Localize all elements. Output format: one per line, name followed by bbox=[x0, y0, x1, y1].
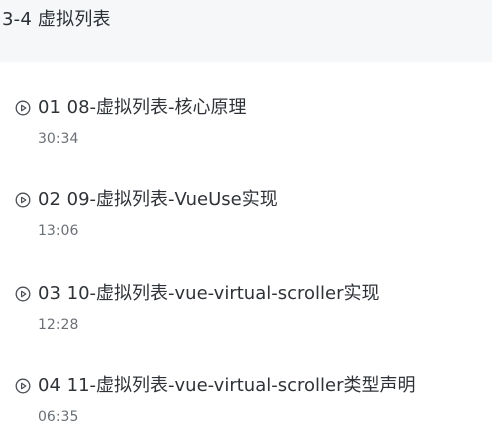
play-circle-icon[interactable] bbox=[14, 99, 32, 117]
lesson-row[interactable]: 01 08-虚拟列表-核心原理 bbox=[14, 96, 484, 120]
lesson-item-04[interactable]: 04 11-虚拟列表-vue-virtual-scroller类型声明 06:3… bbox=[14, 374, 484, 426]
lesson-item-02[interactable]: 02 09-虚拟列表-VueUse实现 13:06 bbox=[14, 188, 484, 240]
lesson-item-03[interactable]: 03 10-虚拟列表-vue-virtual-scroller实现 12:28 bbox=[14, 282, 484, 334]
lesson-title[interactable]: 03 10-虚拟列表-vue-virtual-scroller实现 bbox=[38, 282, 380, 306]
lesson-title[interactable]: 01 08-虚拟列表-核心原理 bbox=[38, 96, 247, 120]
lesson-title[interactable]: 04 11-虚拟列表-vue-virtual-scroller类型声明 bbox=[38, 374, 416, 398]
lesson-duration: 13:06 bbox=[38, 223, 79, 239]
chapter-title: 3-4 虚拟列表 bbox=[2, 9, 111, 30]
lesson-index: 01 bbox=[38, 97, 61, 118]
lesson-index: 02 bbox=[38, 189, 61, 210]
lesson-name: 09-虚拟列表-VueUse实现 bbox=[66, 189, 278, 210]
lesson-title[interactable]: 02 09-虚拟列表-VueUse实现 bbox=[38, 188, 278, 212]
lesson-item-01[interactable]: 01 08-虚拟列表-核心原理 30:34 bbox=[14, 96, 484, 148]
lesson-name: 08-虚拟列表-核心原理 bbox=[66, 97, 247, 118]
lesson-index: 03 bbox=[38, 283, 61, 304]
lesson-row[interactable]: 02 09-虚拟列表-VueUse实现 bbox=[14, 188, 484, 212]
chapter-header: 3-4 虚拟列表 bbox=[0, 0, 492, 62]
lesson-duration: 06:35 bbox=[38, 409, 79, 425]
lesson-name: 10-虚拟列表-vue-virtual-scroller实现 bbox=[66, 283, 380, 304]
lesson-index: 04 bbox=[38, 375, 61, 396]
play-circle-icon[interactable] bbox=[14, 377, 32, 395]
course-chapter-panel: 3-4 虚拟列表 01 08-虚拟列表-核心原理 30:34 02 09-虚拟列… bbox=[0, 0, 492, 428]
play-circle-icon[interactable] bbox=[14, 285, 32, 303]
lesson-row[interactable]: 03 10-虚拟列表-vue-virtual-scroller实现 bbox=[14, 282, 484, 306]
lesson-name: 11-虚拟列表-vue-virtual-scroller类型声明 bbox=[66, 375, 416, 396]
lesson-duration: 12:28 bbox=[38, 317, 79, 333]
lesson-duration: 30:34 bbox=[38, 131, 79, 147]
lesson-row[interactable]: 04 11-虚拟列表-vue-virtual-scroller类型声明 bbox=[14, 374, 484, 398]
play-circle-icon[interactable] bbox=[14, 191, 32, 209]
